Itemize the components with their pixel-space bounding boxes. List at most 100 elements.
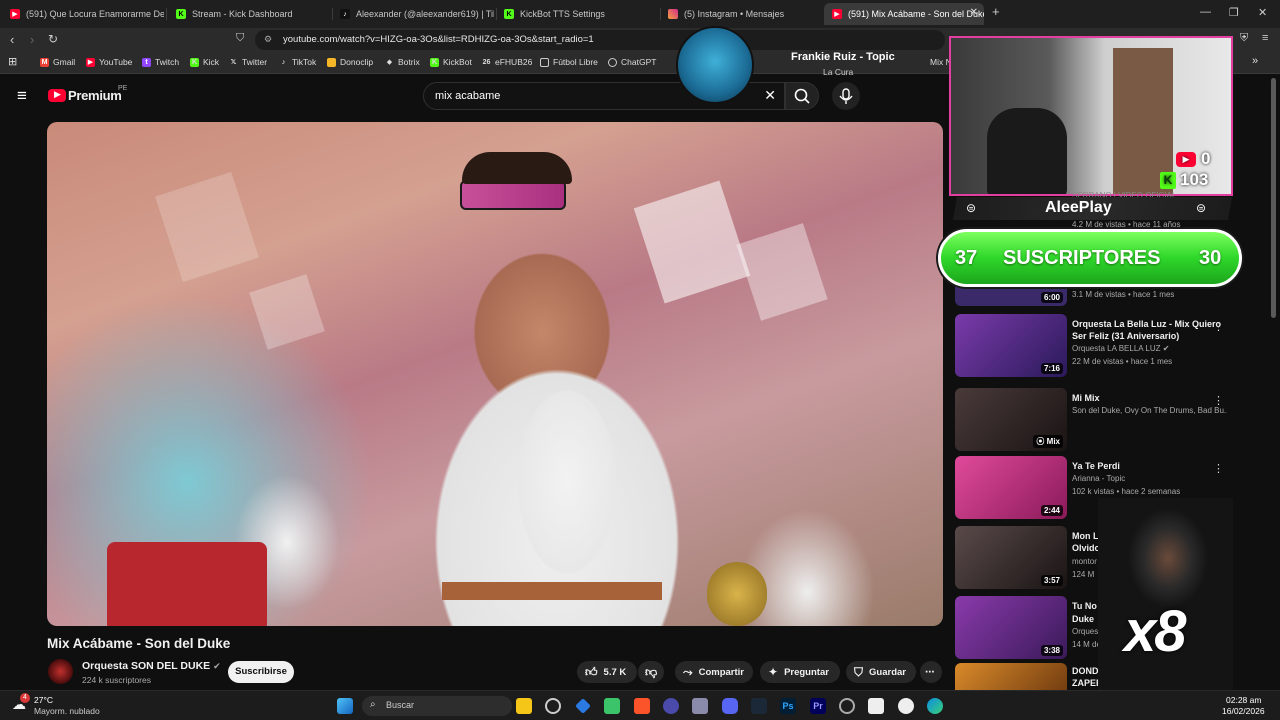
- tab-youtube-mix-acabame[interactable]: ▶ (591) Mix Acábame - Son del Duke ✕: [824, 3, 984, 25]
- bookmark-youtube[interactable]: ▶ YouTube: [86, 57, 132, 67]
- window-close-button[interactable]: ✕: [1258, 6, 1267, 19]
- steam-icon[interactable]: [751, 698, 767, 714]
- apps-grid-icon[interactable]: ⊞: [8, 55, 17, 68]
- list-item[interactable]: ⦿ Mix Mi Mix Son del Duke, Ovy On The Dr…: [955, 388, 1255, 454]
- bookmark-botrix[interactable]: ◆ Botrix: [385, 57, 420, 67]
- reload-icon[interactable]: ↻: [48, 32, 58, 46]
- photoshop-icon[interactable]: Ps: [780, 698, 796, 714]
- bookmark-efhub[interactable]: 26 eFHUB26: [482, 57, 533, 67]
- mix-icon: ⦿: [1036, 437, 1047, 446]
- search-button[interactable]: [785, 82, 819, 110]
- bookmark-label: eFHUB26: [495, 57, 533, 67]
- maximize-button[interactable]: ❐: [1229, 6, 1239, 19]
- sunglasses-shape: [460, 180, 566, 210]
- verified-icon: ✔: [1162, 344, 1170, 353]
- subscribe-button[interactable]: Suscribirse: [228, 661, 294, 683]
- windows-start-icon[interactable]: [337, 698, 353, 714]
- partial-video-meta: 4.2 M de vistas • hace 11 años: [1072, 220, 1181, 229]
- edge-browser-icon[interactable]: [927, 698, 943, 714]
- voice-search-button[interactable]: [832, 82, 860, 110]
- menu-icon[interactable]: ≡: [1262, 32, 1268, 44]
- mix-badge: ⦿ Mix: [1033, 435, 1063, 448]
- like-button[interactable]: 👍︎ 5.7 K: [577, 661, 637, 683]
- bookmark-kick[interactable]: K Kick: [190, 57, 219, 67]
- video-thumbnail: 2:44: [955, 456, 1067, 519]
- hair-shape: [462, 152, 572, 184]
- premiere-icon[interactable]: Pr: [810, 698, 826, 714]
- thumbs-down-icon: 👎︎: [645, 664, 658, 679]
- settings-icon[interactable]: [839, 698, 855, 714]
- weather-desc: Mayorm. nublado: [34, 706, 100, 716]
- more-vertical-icon[interactable]: ⋮: [1213, 462, 1224, 475]
- country-badge: PE: [118, 85, 128, 92]
- save-button[interactable]: ⛉ Guardar: [846, 661, 916, 683]
- clock-date[interactable]: 16/02/2026: [1222, 706, 1265, 716]
- streamer-name: AleePlay: [1045, 199, 1112, 216]
- channel-name[interactable]: Orquesta SON DEL DUKE ✔: [82, 660, 221, 672]
- bookmark-icon[interactable]: ⛉: [236, 32, 244, 45]
- new-tab-button[interactable]: +: [992, 4, 1000, 19]
- youtube-logo-text[interactable]: Premium: [68, 88, 122, 103]
- taskbar-search[interactable]: ⌕ Buscar: [362, 696, 512, 716]
- app-icon[interactable]: [575, 698, 591, 714]
- settings-gear-icon[interactable]: [545, 698, 561, 714]
- bookmark-label: Kick: [203, 57, 220, 67]
- more-vertical-icon[interactable]: ⋮: [1213, 320, 1224, 333]
- bookmark-twitter[interactable]: 𝕏 Twitter: [229, 57, 267, 67]
- notepad-icon[interactable]: [868, 698, 884, 714]
- tiktok-icon: ♪: [340, 9, 350, 19]
- hamburger-menu-icon[interactable]: ≡: [17, 86, 27, 106]
- media-player-icon[interactable]: [663, 698, 679, 714]
- bookmark-gmail[interactable]: M Gmail: [40, 57, 75, 67]
- windows-taskbar: ☁ 4 27°C Mayorm. nublado ⌕ Buscar Ps Pr …: [0, 690, 1280, 720]
- close-icon[interactable]: ✕: [970, 7, 978, 18]
- tab-youtube-que-locura[interactable]: ▶ (591) Que Locura Enamorarme De Ti: [2, 3, 164, 25]
- tab-instagram[interactable]: (5) Instagram • Mensajes: [660, 3, 822, 25]
- more-vertical-icon[interactable]: ⋮: [1213, 394, 1224, 407]
- app-icon[interactable]: [604, 698, 620, 714]
- video-player[interactable]: [47, 122, 943, 626]
- notification-badge: 4: [20, 693, 30, 703]
- share-button[interactable]: ⤳ Compartir: [675, 661, 753, 683]
- bookmark-donoclip[interactable]: Donoclip: [327, 57, 373, 67]
- tab-kick-dashboard[interactable]: K Stream - Kick Dashboard: [168, 3, 330, 25]
- subscriber-count: 224 k suscriptores: [82, 675, 151, 685]
- media-icon[interactable]: [898, 698, 914, 714]
- goal-current: 37: [955, 247, 978, 269]
- back-arrow-icon[interactable]: ‹: [10, 32, 14, 47]
- brave-browser-icon[interactable]: [634, 698, 650, 714]
- file-explorer-icon[interactable]: [516, 698, 532, 714]
- futbol-icon: [540, 57, 549, 67]
- url-bar[interactable]: ⚙ youtube.com/watch?v=HIZG-oa-3Os&list=R…: [255, 30, 945, 50]
- channel-avatar[interactable]: [48, 659, 73, 684]
- more-actions-button[interactable]: ⋯: [920, 661, 942, 683]
- youtube-header: ≡ ▶ Premium PE mix acabame ✕: [0, 74, 945, 120]
- discord-icon[interactable]: [722, 698, 738, 714]
- list-item[interactable]: 7:16 Orquesta La Bella Luz - Mix Quiero …: [955, 314, 1255, 380]
- play-glyph-icon: ▶: [54, 89, 61, 99]
- chevron-right-icon[interactable]: »: [1252, 55, 1258, 67]
- tab-tiktok[interactable]: ♪ Aleexander (@aleexander619) | TikTok: [332, 3, 494, 25]
- dislike-button[interactable]: 👎︎: [638, 661, 664, 683]
- site-info-icon[interactable]: ⚙: [264, 34, 272, 45]
- tab-kickbot[interactable]: K KickBot TTS Settings: [496, 3, 658, 25]
- calculator-icon[interactable]: [692, 698, 708, 714]
- forward-arrow-icon[interactable]: ›: [30, 32, 34, 47]
- minimize-button[interactable]: —: [1200, 6, 1211, 18]
- kick-icon: K: [1160, 171, 1176, 189]
- bookmark-twitch[interactable]: t Twitch: [142, 57, 179, 67]
- bookmark-tiktok[interactable]: ♪ TikTok: [279, 57, 317, 67]
- clear-search-icon[interactable]: ✕: [764, 87, 776, 104]
- ask-button[interactable]: ✦ Preguntar: [760, 661, 840, 683]
- bookmark-chatgpt[interactable]: ChatGPT: [608, 57, 656, 67]
- bookmark-futbol-libre[interactable]: Fútbol Libre: [540, 57, 598, 67]
- stage-decoration: [633, 180, 751, 304]
- clock-time[interactable]: 02:28 am: [1226, 695, 1261, 705]
- save-label: Guardar: [869, 666, 906, 678]
- bookmark-kickbot[interactable]: K KickBot: [430, 57, 472, 67]
- shield-icon[interactable]: ⛨: [1240, 32, 1248, 45]
- youtube-icon: ▶: [10, 9, 20, 19]
- tab-title: Stream - Kick Dashboard: [192, 9, 293, 19]
- scrollbar[interactable]: [1271, 78, 1276, 318]
- streamer-logo-icon: ⊜: [1196, 201, 1207, 215]
